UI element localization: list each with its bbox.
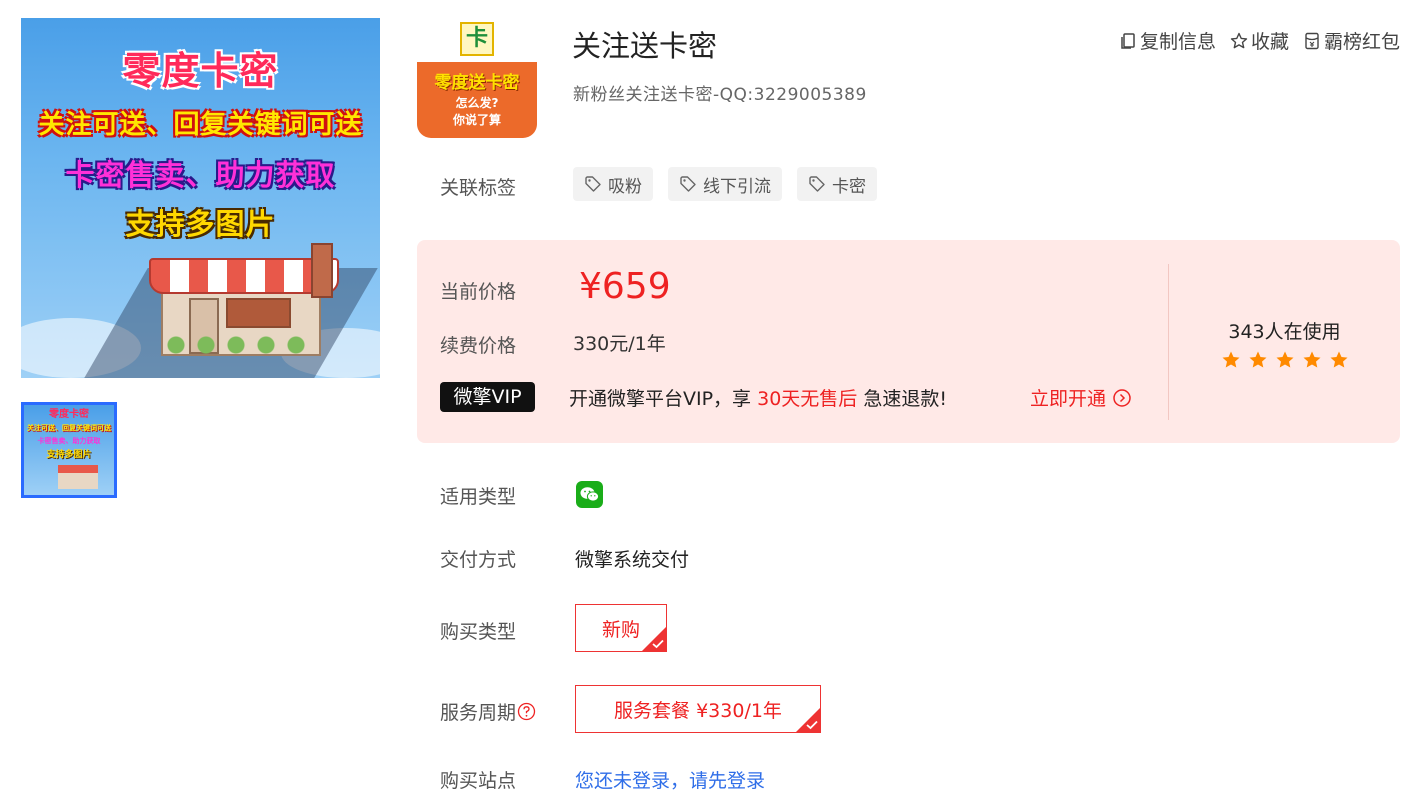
tag-icon bbox=[809, 176, 825, 192]
tag-icon bbox=[585, 176, 601, 192]
banner-line: 关注可送、回复关键词可送 bbox=[38, 110, 363, 140]
open-vip-label: 立即开通 bbox=[1030, 388, 1107, 410]
star-icon bbox=[1249, 351, 1266, 368]
logo-text: 你说了算 bbox=[452, 113, 501, 127]
vip-promo-text: 开通微擎平台VIP，享 30天无售后 急速退款! bbox=[569, 384, 947, 411]
vip-text-after: 急速退款! bbox=[857, 388, 947, 410]
logo-mark: 卡 bbox=[460, 22, 494, 56]
thumb-line: 关注可送、回复关键词可送 bbox=[27, 424, 111, 432]
star-icon bbox=[1222, 351, 1239, 368]
open-vip-link[interactable]: 立即开通 bbox=[1030, 384, 1132, 411]
logo-text: 零度送卡密 bbox=[434, 73, 520, 93]
check-icon bbox=[652, 639, 664, 649]
users-count: 343人在使用 bbox=[1228, 321, 1341, 343]
tag-label: 卡密 bbox=[832, 176, 866, 197]
check-icon bbox=[806, 720, 818, 730]
gallery-thumbnail[interactable]: 零度卡密 关注可送、回复关键词可送 卡密售卖、助力获取 支持多图片 bbox=[21, 402, 117, 498]
star-icon bbox=[1303, 351, 1320, 368]
product-main-image[interactable]: 零度卡密 关注可送、回复关键词可送 卡密售卖、助力获取 支持多图片 bbox=[21, 18, 380, 378]
product-title: 关注送卡密 bbox=[572, 29, 718, 63]
copy-icon bbox=[1121, 32, 1135, 49]
chevron-right-circle-icon bbox=[1113, 388, 1131, 407]
thumb-line: 零度卡密 bbox=[49, 409, 89, 420]
service-period-option[interactable]: 服务套餐 ¥330/1年 bbox=[575, 685, 821, 733]
red-packet-button[interactable]: 霸榜红包 bbox=[1303, 27, 1400, 54]
tag-icon bbox=[680, 176, 696, 192]
red-packet-label: 霸榜红包 bbox=[1323, 31, 1400, 53]
banner-line: 卡密售卖、助力获取 bbox=[65, 158, 336, 192]
header-actions: 复制信息 收藏 霸榜红包 bbox=[1119, 27, 1400, 54]
vip-text-highlight: 30天无售后 bbox=[757, 388, 858, 410]
price-panel: 当前价格 ¥659 续费价格 330元/1年 微擎VIP 开通微擎平台VIP，享… bbox=[417, 240, 1400, 443]
purchase-option-label: 新购 bbox=[601, 618, 640, 641]
current-price-value: ¥659 bbox=[579, 266, 671, 307]
thumb-shop-illustration bbox=[58, 465, 98, 489]
shop-bushes bbox=[166, 336, 316, 354]
banner-line: 支持多图片 bbox=[125, 207, 276, 241]
rating-stars bbox=[1169, 350, 1400, 370]
wechat-icon bbox=[576, 481, 603, 508]
applicable-type-label: 适用类型 bbox=[440, 486, 517, 508]
copy-info-button[interactable]: 复制信息 bbox=[1119, 27, 1216, 54]
shop-sign bbox=[311, 243, 333, 298]
login-link[interactable]: 您还未登录，请先登录 bbox=[575, 766, 765, 793]
banner-line: 零度卡密 bbox=[122, 49, 279, 93]
service-period-label: 服务周期 bbox=[440, 698, 536, 725]
red-packet-icon bbox=[1305, 32, 1319, 49]
tag-item[interactable]: 吸粉 bbox=[573, 167, 653, 201]
thumb-line: 支持多图片 bbox=[46, 450, 92, 460]
tag-item[interactable]: 线下引流 bbox=[668, 167, 782, 201]
delivery-method-value: 微擎系统交付 bbox=[575, 549, 690, 571]
tag-list: 吸粉 线下引流 卡密 bbox=[573, 167, 877, 201]
service-period-option-label: 服务套餐 ¥330/1年 bbox=[614, 699, 782, 722]
tag-item[interactable]: 卡密 bbox=[797, 167, 877, 201]
shop-window bbox=[226, 298, 291, 328]
renew-price-value: 330元/1年 bbox=[573, 333, 666, 355]
tag-label: 吸粉 bbox=[608, 176, 642, 197]
thumb-line: 卡密售卖、助力获取 bbox=[37, 437, 101, 445]
vip-text-before: 开通微擎平台VIP，享 bbox=[569, 388, 758, 410]
logo-text: 怎么发? bbox=[455, 96, 499, 110]
star-icon bbox=[1330, 351, 1347, 368]
copy-info-label: 复制信息 bbox=[1139, 31, 1216, 53]
current-price-label: 当前价格 bbox=[440, 281, 517, 303]
tags-label: 关联标签 bbox=[440, 177, 517, 199]
star-outline-icon bbox=[1230, 32, 1248, 48]
star-icon bbox=[1276, 351, 1293, 368]
product-subtitle: 新粉丝关注送卡密-QQ:3229005389 bbox=[573, 85, 867, 105]
favorite-button[interactable]: 收藏 bbox=[1230, 27, 1289, 54]
purchase-site-label: 购买站点 bbox=[440, 770, 517, 792]
question-icon[interactable] bbox=[517, 702, 536, 721]
purchase-option-new[interactable]: 新购 bbox=[575, 604, 667, 652]
vip-badge: 微擎VIP bbox=[440, 382, 535, 412]
delivery-method-label: 交付方式 bbox=[440, 549, 517, 571]
renew-price-label: 续费价格 bbox=[440, 335, 517, 357]
favorite-label: 收藏 bbox=[1250, 31, 1289, 53]
tag-label: 线下引流 bbox=[703, 176, 771, 197]
purchase-type-label: 购买类型 bbox=[440, 621, 517, 643]
app-logo: 卡 零度送卡密 怎么发? 你说了算 bbox=[417, 18, 537, 138]
service-period-text: 服务周期 bbox=[440, 702, 517, 724]
